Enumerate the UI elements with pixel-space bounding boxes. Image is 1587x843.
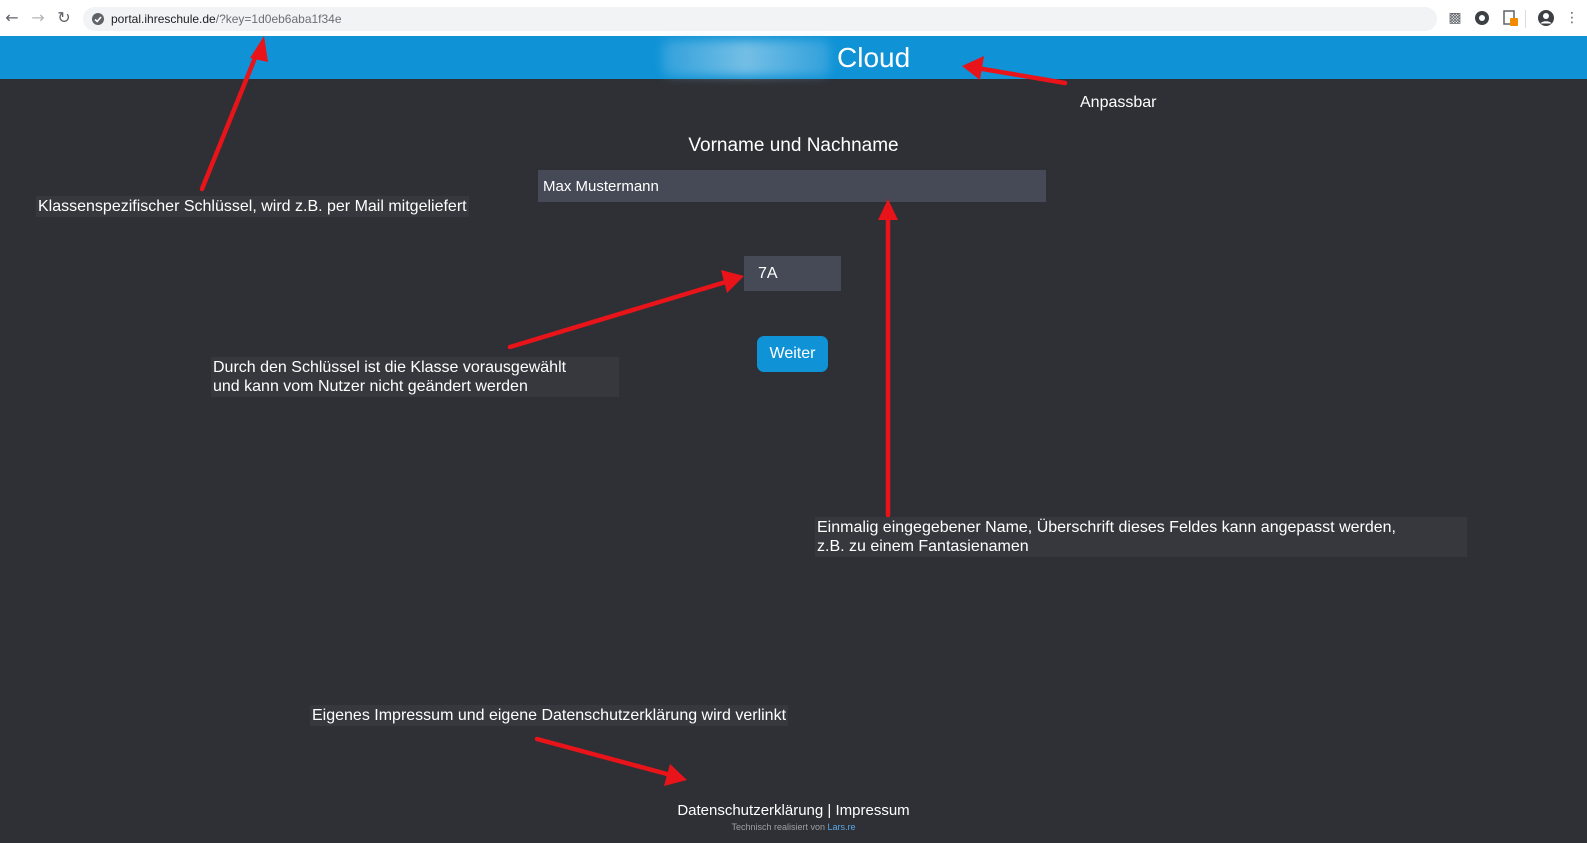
camera-extension-icon[interactable] bbox=[1473, 9, 1491, 27]
arrow-to-footer bbox=[534, 736, 670, 777]
arrowhead-class bbox=[721, 270, 744, 293]
annotation-class-note-line1: Durch den Schlüssel ist die Klasse vorau… bbox=[213, 359, 567, 376]
address-bar[interactable]: portal.ihreschule.de/?key=1d0eb6aba1f34e bbox=[83, 7, 1437, 31]
annotation-arrows bbox=[199, 36, 1068, 786]
app-title: Cloud bbox=[837, 42, 911, 73]
credit-text: Technisch realisiert von bbox=[731, 822, 825, 832]
back-arrow-icon[interactable]: ← bbox=[2, 8, 22, 28]
name-field-label: Vorname und Nachname bbox=[688, 135, 899, 156]
annotation-name-note-line1: Einmalig eingegebener Name, Überschrift … bbox=[817, 519, 1396, 536]
arrow-to-class bbox=[507, 278, 732, 350]
annotation-class-note: Durch den Schlüssel ist die Klasse vorau… bbox=[211, 357, 619, 397]
name-input[interactable] bbox=[538, 170, 1046, 202]
site-info-icon[interactable] bbox=[91, 12, 105, 26]
annotation-footer-note: Eigenes Impressum und eigene Datenschutz… bbox=[310, 705, 789, 726]
credit-link[interactable]: Lars.re bbox=[828, 822, 856, 832]
reload-icon[interactable]: ↻ bbox=[54, 8, 74, 28]
forward-arrow-icon[interactable]: → bbox=[28, 8, 48, 28]
browser-toolbar: ← → ↻ portal.ihreschule.de/?key=1d0eb6ab… bbox=[0, 0, 1587, 37]
imprint-link[interactable]: Impressum bbox=[835, 802, 909, 819]
annotation-name-note: Einmalig eingegebener Name, Überschrift … bbox=[815, 517, 1467, 557]
annotation-class-note-line2: und kann vom Nutzer nicht geändert werde… bbox=[213, 378, 528, 395]
document-extension-icon[interactable] bbox=[1501, 9, 1519, 27]
privacy-link[interactable]: Datenschutzerklärung bbox=[677, 802, 823, 819]
arrowhead-footer bbox=[664, 764, 687, 786]
profile-icon[interactable] bbox=[1537, 9, 1555, 27]
annotation-key-note: Klassenspezifischer Schlüssel, wird z.B.… bbox=[36, 196, 469, 217]
blurred-logo bbox=[662, 40, 830, 76]
footer-credit: Technisch realisiert von Lars.re bbox=[0, 822, 1587, 832]
annotation-header-note: Anpassbar bbox=[1080, 94, 1157, 111]
app-header: Cloud bbox=[0, 36, 1587, 79]
continue-button[interactable]: Weiter bbox=[757, 336, 828, 372]
screenshot-extension-icon[interactable]: ▩ bbox=[1446, 9, 1464, 27]
url-text: portal.ihreschule.de/?key=1d0eb6aba1f34e bbox=[111, 12, 342, 26]
footer-separator: | bbox=[827, 802, 832, 819]
class-input bbox=[744, 256, 841, 291]
arrowhead-name bbox=[878, 199, 898, 220]
more-menu-icon[interactable]: ⋮ bbox=[1563, 9, 1581, 27]
annotation-name-note-line2: z.B. zu einem Fantasienamen bbox=[817, 538, 1029, 555]
footer-links: Datenschutzerklärung | Impressum bbox=[0, 802, 1587, 819]
toolbar-divider bbox=[1525, 10, 1526, 28]
